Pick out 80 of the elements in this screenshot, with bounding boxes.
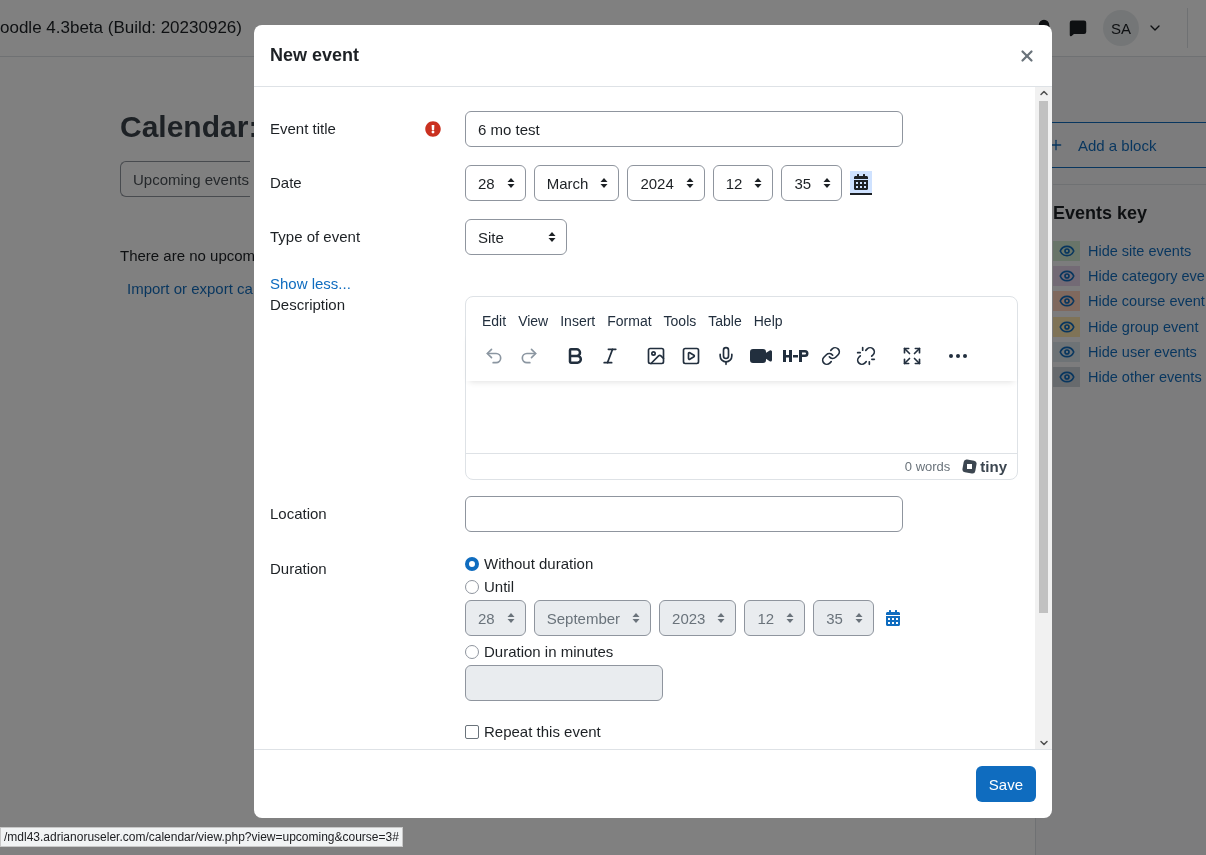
calendar-icon[interactable]: [850, 171, 873, 195]
sort-caret-icon: [717, 612, 726, 624]
field-label: Date: [270, 174, 302, 191]
sort-caret-icon: [854, 612, 863, 624]
sort-caret-icon: [506, 177, 515, 189]
date-select[interactable]: 2024: [627, 165, 705, 201]
tiny-logo: tiny: [962, 458, 1007, 475]
radio-button[interactable]: [465, 644, 479, 659]
events-key-link[interactable]: Hide other events: [1088, 369, 1202, 386]
events-key-link[interactable]: Hide category eve: [1088, 267, 1205, 284]
chat-icon[interactable]: [1069, 19, 1087, 37]
checkbox-label: Repeat this event: [484, 723, 601, 740]
eye-icon[interactable]: [1053, 240, 1080, 261]
import-export-link[interactable]: Import or export ca: [127, 280, 253, 297]
view-select[interactable]: Upcoming events: [120, 161, 250, 197]
show-less-link[interactable]: Show less...: [270, 275, 1019, 292]
date-select[interactable]: 28: [465, 165, 526, 201]
field-label: Event title: [270, 120, 336, 137]
play-icon: [681, 346, 701, 366]
more-icon: [949, 354, 967, 358]
redo-icon: [519, 346, 539, 366]
sort-caret-icon: [506, 612, 515, 624]
unlink-icon: [856, 346, 876, 366]
event-title-input[interactable]: 6 mo test: [465, 111, 903, 147]
eye-icon[interactable]: [1053, 291, 1080, 312]
editor-menu[interactable]: Insert: [556, 311, 600, 331]
editor-menu[interactable]: Edit: [478, 311, 511, 331]
field-label: Description: [270, 296, 346, 313]
sort-caret-icon: [754, 177, 763, 189]
italic-icon: [600, 346, 620, 366]
date-select[interactable]: March: [533, 165, 620, 201]
eye-icon[interactable]: [1053, 341, 1080, 362]
radio-label: Until: [484, 578, 514, 595]
date-select[interactable]: 12: [712, 165, 774, 201]
events-key-title: Events key: [1053, 203, 1149, 224]
date-select[interactable]: 35: [781, 165, 843, 201]
site-title: oodle 4.3beta (Build: 20230926): [0, 18, 242, 38]
location-input[interactable]: [465, 496, 903, 532]
dialog-title: New event: [270, 45, 360, 66]
editor-menu[interactable]: Tools: [659, 311, 701, 331]
editor-menu[interactable]: View: [514, 311, 553, 331]
editor-menu[interactable]: Table: [704, 311, 746, 331]
field-label: Location: [270, 505, 327, 522]
radio-button[interactable]: [465, 579, 479, 594]
scrollbar[interactable]: [1035, 87, 1052, 749]
eye-icon[interactable]: [1053, 265, 1080, 286]
eye-icon[interactable]: [1053, 316, 1080, 337]
image-icon: [646, 346, 666, 366]
type-select[interactable]: Site: [465, 219, 567, 255]
events-key-link[interactable]: Hide course event: [1088, 293, 1205, 310]
sort-caret-icon: [685, 177, 694, 189]
empty-message: There are no upcom: [120, 247, 256, 264]
status-url: /mdl43.adrianoruseler.com/calendar/view.php?view=upcoming&course=3#: [0, 827, 403, 847]
editor-menu[interactable]: Help: [749, 311, 787, 331]
field-label: Type of event: [270, 228, 361, 245]
h5p-icon: [783, 349, 809, 363]
checkbox[interactable]: [465, 724, 479, 739]
field-label: Duration: [270, 560, 327, 577]
radio-label: Duration in minutes: [484, 643, 614, 660]
link-icon: [821, 346, 841, 366]
sort-caret-icon: [823, 177, 832, 189]
page-heading: Calendar:: [120, 109, 259, 145]
sort-caret-icon: [632, 612, 641, 624]
eye-icon[interactable]: [1053, 367, 1080, 388]
radio-label: Without duration: [484, 555, 594, 572]
rich-text-editor[interactable]: Edit View Insert Format Tools Table Help 0 words tiny: [465, 296, 1018, 480]
fullscreen-icon: [902, 346, 922, 366]
radio-button[interactable]: [465, 556, 479, 571]
sort-caret-icon: [786, 612, 795, 624]
microphone-icon: [716, 346, 736, 366]
sort-caret-icon: [600, 177, 609, 189]
events-key-link[interactable]: Hide site events: [1088, 242, 1192, 259]
sort-caret-icon: [548, 231, 556, 243]
save-button[interactable]: Save: [975, 766, 1036, 802]
user-avatar[interactable]: SA: [1103, 10, 1139, 46]
word-count: 0 words: [904, 459, 951, 474]
undo-icon: [484, 346, 504, 366]
events-key-link[interactable]: Hide user events: [1088, 343, 1197, 360]
editor-menu[interactable]: Format: [603, 311, 656, 331]
events-key-link[interactable]: Hide group event: [1088, 318, 1199, 335]
